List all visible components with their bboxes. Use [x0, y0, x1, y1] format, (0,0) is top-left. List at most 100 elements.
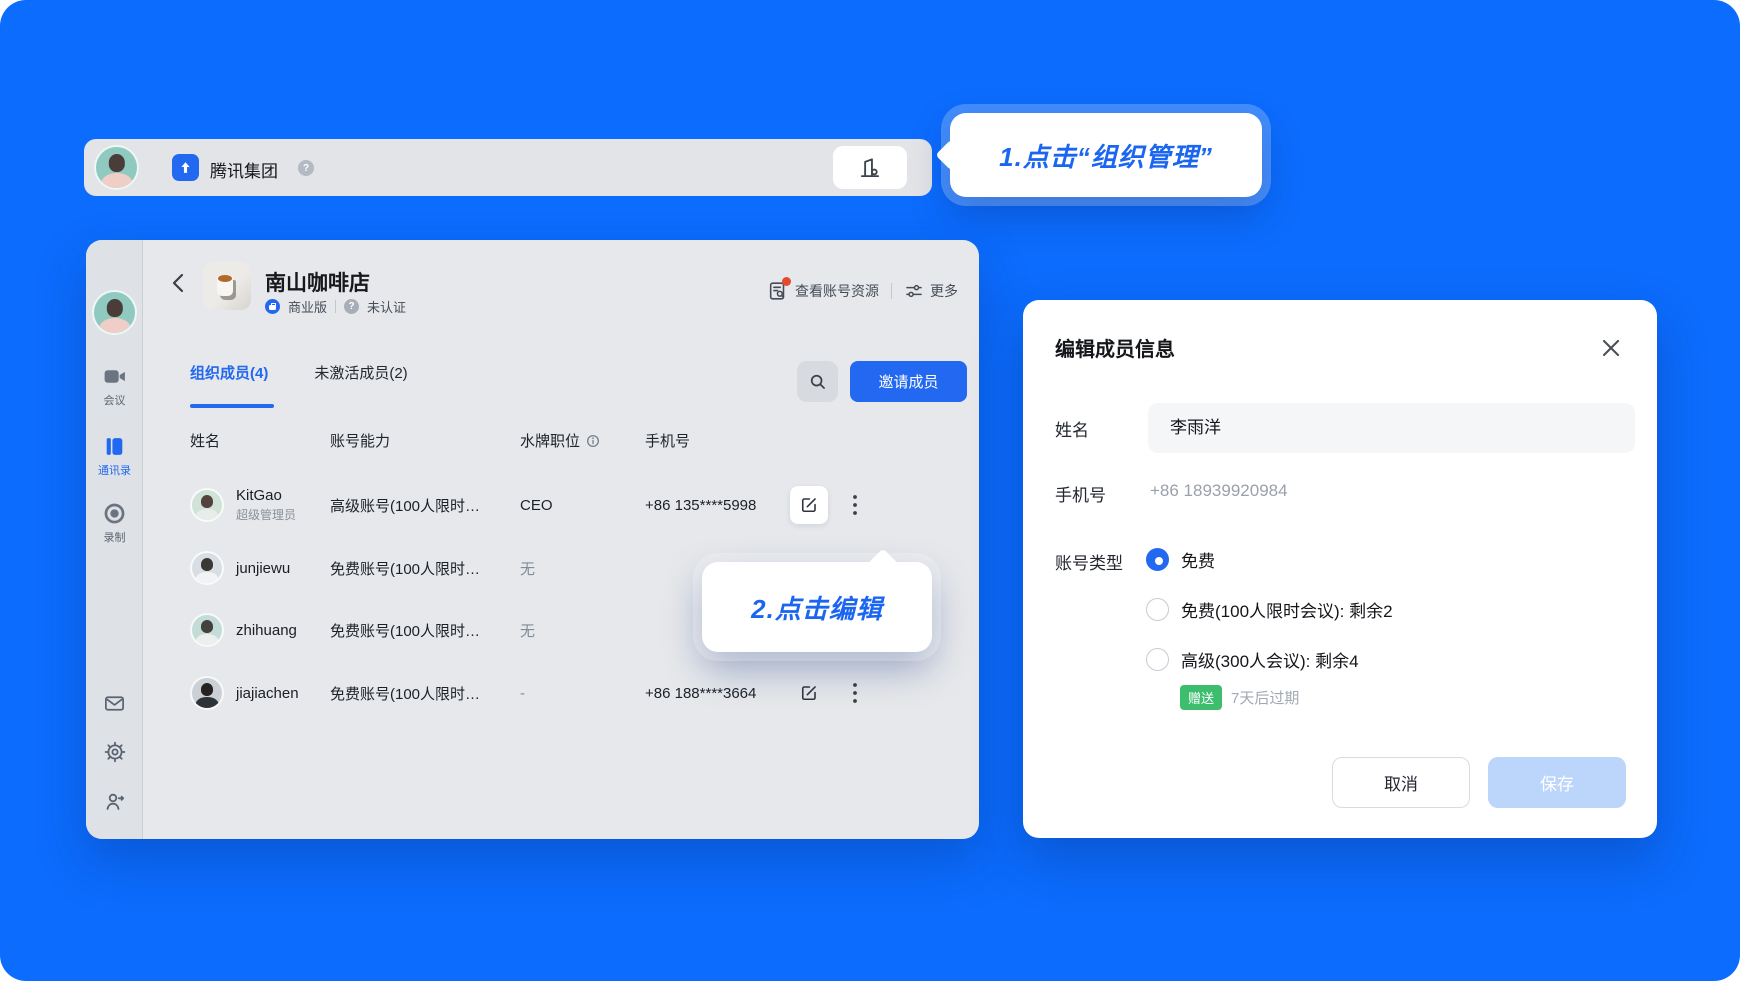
- dialog-title: 编辑成员信息: [1055, 333, 1175, 362]
- organization-icon: [857, 155, 883, 181]
- tooltip-step1-text: 1.点击“组织管理”: [999, 137, 1213, 174]
- kebab-menu-button[interactable]: [844, 674, 866, 712]
- tooltip-step1: 1.点击“组织管理”: [950, 113, 1262, 197]
- search-icon: [807, 371, 828, 392]
- record-icon: [102, 501, 127, 526]
- member-position: 无: [520, 620, 645, 641]
- sidebar-avatar[interactable]: [92, 290, 137, 335]
- sliders-icon: [904, 281, 924, 301]
- cancel-button[interactable]: 取消: [1332, 757, 1470, 808]
- kebab-icon: [852, 682, 858, 704]
- radio-option-free-limited[interactable]: 免费(100人限时会议): 剩余2: [1146, 597, 1393, 622]
- sidebar-settings-button[interactable]: [86, 740, 143, 764]
- view-account-resources-button[interactable]: 查看账号资源: [767, 280, 879, 302]
- edit-member-button[interactable]: [790, 674, 828, 712]
- switch-account-icon: [103, 790, 127, 814]
- header-position: 水牌职位: [520, 430, 580, 451]
- edit-member-button[interactable]: [790, 486, 828, 524]
- member-role: 超级管理员: [236, 506, 296, 523]
- business-version-icon: [265, 299, 280, 314]
- radio-option-label: 免费(100人限时会议): 剩余2: [1181, 597, 1393, 622]
- edit-member-dialog: 编辑成员信息 姓名 李雨洋 手机号 +86 18939920984 账号类型 免…: [1023, 300, 1657, 838]
- radio-unselected-icon[interactable]: [1146, 648, 1169, 671]
- member-name: zhihuang: [236, 622, 297, 639]
- radio-option-premium[interactable]: 高级(300人会议): 剩余4: [1146, 647, 1359, 672]
- sidebar-item-recording[interactable]: 录制: [86, 501, 143, 545]
- table-row: junjiewu 免费账号(100人限时… 无: [190, 539, 790, 597]
- invite-member-button[interactable]: 邀请成员: [850, 361, 967, 402]
- name-input[interactable]: 李雨洋: [1148, 403, 1635, 453]
- help-seal-icon[interactable]: ?: [298, 160, 314, 176]
- tab-inactive-members[interactable]: 未激活成员(2): [314, 362, 407, 383]
- member-position: -: [520, 685, 645, 702]
- close-icon: [1599, 336, 1623, 360]
- radio-selected-icon[interactable]: [1146, 548, 1169, 571]
- divider: [335, 300, 336, 313]
- sidebar-mail-button[interactable]: [86, 692, 143, 715]
- member-tabs: 组织成员(4) 未激活成员(2): [190, 362, 408, 383]
- kebab-icon: [852, 494, 858, 516]
- active-tab-underline: [190, 404, 274, 408]
- gift-badge: 赠送: [1180, 685, 1222, 710]
- save-button[interactable]: 保存: [1488, 757, 1626, 808]
- member-avatar: [190, 676, 224, 710]
- header-ability: 账号能力: [330, 430, 520, 451]
- tencent-meeting-logo: [172, 154, 199, 181]
- more-label: 更多: [930, 281, 958, 301]
- search-button[interactable]: [797, 361, 838, 402]
- kebab-menu-button[interactable]: [844, 486, 866, 524]
- edit-icon: [799, 495, 819, 515]
- member-position: CEO: [520, 497, 645, 514]
- tooltip-step2: 2.点击编辑: [702, 562, 932, 652]
- gear-icon: [103, 740, 127, 764]
- account-type-label: 账号类型: [1055, 549, 1123, 574]
- organization-management-button[interactable]: [833, 146, 907, 189]
- tooltip-step2-text: 2.点击编辑: [751, 589, 883, 626]
- user-avatar[interactable]: [94, 145, 139, 190]
- doc-search-icon: [767, 280, 789, 302]
- gift-info: 赠送 7天后过期: [1180, 685, 1299, 710]
- divider: [891, 283, 892, 299]
- coffee-avatar: [203, 262, 251, 310]
- radio-option-label: 高级(300人会议): 剩余4: [1181, 647, 1359, 672]
- phone-value: +86 18939920984: [1150, 481, 1288, 501]
- sidebar-item-contacts[interactable]: 通讯录: [86, 434, 143, 478]
- radio-unselected-icon[interactable]: [1146, 598, 1169, 621]
- main-window: 会议 通讯录 录制: [86, 240, 979, 839]
- sidebar-switch-account-button[interactable]: [86, 790, 143, 814]
- header-actions: 查看账号资源 更多: [767, 280, 958, 302]
- member-ability: 免费账号(100人限时…: [330, 558, 520, 579]
- mail-icon: [103, 692, 126, 715]
- member-avatar: [190, 551, 224, 585]
- member-avatar: [190, 613, 224, 647]
- header-phone: 手机号: [645, 430, 790, 451]
- member-phone: +86 188****3664: [645, 685, 790, 702]
- header-name: 姓名: [190, 430, 330, 451]
- member-ability: 免费账号(100人限时…: [330, 683, 520, 704]
- org-page: 南山咖啡店 商业版 ? 未认证 查看账号资源: [143, 240, 979, 839]
- top-bar: 腾讯集团 ?: [84, 139, 932, 196]
- camera-icon: [102, 364, 127, 389]
- org-badges: 商业版 ? 未认证: [265, 297, 406, 316]
- back-button[interactable]: [168, 270, 190, 296]
- info-icon[interactable]: [585, 433, 601, 449]
- member-name: jiajiachen: [236, 685, 299, 702]
- sidebar-item-meeting[interactable]: 会议: [86, 364, 143, 408]
- gift-expiry-note: 7天后过期: [1231, 687, 1299, 708]
- tab-org-members[interactable]: 组织成员(4): [190, 362, 268, 383]
- app-background: 腾讯集团 ? 1.点击“组织管理” 会议: [0, 0, 1740, 981]
- phone-field-label: 手机号: [1055, 481, 1106, 506]
- edit-icon: [799, 683, 819, 703]
- name-field-label: 姓名: [1055, 416, 1089, 441]
- app-sidebar: 会议 通讯录 录制: [86, 240, 143, 839]
- contacts-book-icon: [102, 434, 127, 459]
- more-button[interactable]: 更多: [904, 281, 958, 301]
- back-icon: [168, 270, 190, 296]
- view-resources-label: 查看账号资源: [795, 281, 879, 301]
- sidebar-item-label: 通讯录: [98, 462, 131, 478]
- member-phone: +86 135****5998: [645, 497, 790, 514]
- dialog-close-button[interactable]: [1599, 336, 1623, 360]
- radio-option-free[interactable]: 免费: [1146, 547, 1215, 572]
- member-name: KitGao: [236, 487, 296, 504]
- member-name: junjiewu: [236, 560, 290, 577]
